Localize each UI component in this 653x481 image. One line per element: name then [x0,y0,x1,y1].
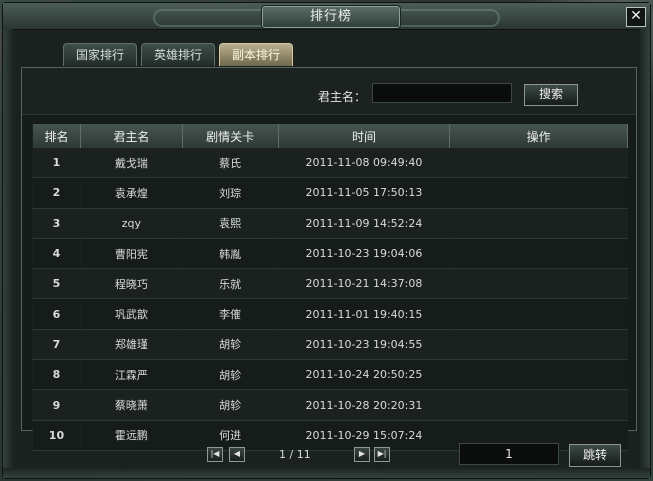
cell-stage: 乐就 [181,268,279,300]
header-action: 操作 [449,124,628,148]
cell-time: 2011-11-01 19:40:15 [277,298,450,330]
cell-action [449,268,628,300]
search-label: 君主名： [318,90,367,104]
cell-action [449,238,628,270]
table-row[interactable]: 8 江霖严 胡轸 2011-10-24 20:50:25 [32,359,628,391]
close-button[interactable]: ✕ [626,7,646,27]
table-row[interactable]: 5 程晓巧 乐就 2011-10-21 14:37:08 [32,268,628,300]
cell-stage: 胡轸 [181,359,279,391]
cell-time: 2011-11-09 14:52:24 [277,208,450,239]
first-page-button[interactable]: |◀ [207,447,223,462]
window-header[interactable]: 排行榜 ✕ [3,3,650,30]
header-lord-name: 君主名 [79,124,183,148]
search-bar: 君主名： 搜索 [22,68,636,115]
cell-lord-name: zqy [79,208,183,239]
cell-stage: 刘琮 [181,177,279,209]
table-row[interactable]: 6 巩武歆 李傕 2011-11-01 19:40:15 [32,298,628,330]
tab-country-ranking[interactable]: 国家排行 [63,43,138,66]
cell-action [449,329,628,361]
cell-action [449,359,628,391]
cell-lord-name: 程晓巧 [79,268,183,300]
last-page-button[interactable]: ▶| [374,447,390,462]
frame-right-border [640,29,650,478]
cell-time: 2011-11-08 09:49:40 [277,148,450,179]
cell-lord-name: 巩武歆 [79,298,183,330]
lord-name-search-input[interactable] [372,83,512,103]
cell-time: 2011-11-05 17:50:13 [277,177,450,209]
cell-time: 2011-10-23 19:04:06 [277,238,450,270]
cell-action [449,389,628,421]
cell-rank: 7 [32,329,81,361]
ranking-table: 排名 君主名 剧情关卡 时间 操作 1 戴戈瑞 蔡氏 2011-11-08 09… [32,124,628,451]
cell-action [449,148,628,179]
cell-action [449,177,628,209]
table-row[interactable]: 2 袁承煌 刘琮 2011-11-05 17:50:13 [32,177,628,209]
ranking-window: 排行榜 ✕ 国家排行 英雄排行 副本排行 君主名： 搜索 排名 君主名 剧情关卡… [2,2,651,479]
window-title: 排行榜 [261,5,401,29]
page-indicator: 1 / 11 [279,448,311,461]
table-row[interactable]: 9 蔡晓萧 胡轸 2011-10-28 20:20:31 [32,389,628,421]
frame-left-border [3,29,13,478]
cell-rank: 8 [32,359,81,391]
cell-lord-name: 袁承煌 [79,177,183,209]
pagination-bar: |◀ ◀ 1 / 11 ▶ ▶| 跳转 [3,441,653,471]
cell-rank: 6 [32,298,81,330]
cell-rank: 5 [32,268,81,300]
search-button[interactable]: 搜索 [524,84,578,106]
table-header-row: 排名 君主名 剧情关卡 时间 操作 [32,124,628,148]
cell-rank: 1 [32,148,81,179]
cell-lord-name: 戴戈瑞 [79,148,183,179]
header-time: 时间 [277,124,451,148]
jump-button[interactable]: 跳转 [569,444,621,467]
next-page-button[interactable]: ▶ [354,447,370,462]
cell-action [449,298,628,330]
header-ornament-left [153,9,275,27]
cell-rank: 3 [32,208,81,239]
cell-time: 2011-10-23 19:04:55 [277,329,450,361]
cell-time: 2011-10-21 14:37:08 [277,268,450,300]
cell-stage: 胡轸 [181,389,279,421]
prev-page-button[interactable]: ◀ [229,447,245,462]
header-stage: 剧情关卡 [181,124,279,148]
tab-dungeon-ranking[interactable]: 副本排行 [219,43,294,66]
table-row[interactable]: 7 郑雄瑾 胡轸 2011-10-23 19:04:55 [32,329,628,361]
tab-bar: 国家排行 英雄排行 副本排行 [63,43,294,67]
cell-rank: 4 [32,238,81,270]
cell-stage: 蔡氏 [181,148,279,179]
table-row[interactable]: 3 zqy 袁熙 2011-11-09 14:52:24 [32,208,628,239]
cell-lord-name: 蔡晓萧 [79,389,183,421]
cell-time: 2011-10-24 20:50:25 [277,359,450,391]
cell-lord-name: 郑雄瑾 [79,329,183,361]
tab-hero-ranking[interactable]: 英雄排行 [141,43,216,66]
cell-action [449,208,628,239]
cell-time: 2011-10-28 20:20:31 [277,389,450,421]
cell-lord-name: 江霖严 [79,359,183,391]
cell-stage: 韩胤 [181,238,279,270]
cell-stage: 袁熙 [181,208,279,239]
cell-stage: 胡轸 [181,329,279,361]
table-row[interactable]: 4 曹阳宪 韩胤 2011-10-23 19:04:06 [32,238,628,270]
ranking-panel: 君主名： 搜索 排名 君主名 剧情关卡 时间 操作 1 戴戈瑞 蔡氏 2011-… [21,67,637,451]
cell-rank: 9 [32,389,81,421]
page-jump-input[interactable] [459,443,559,465]
table-row[interactable]: 1 戴戈瑞 蔡氏 2011-11-08 09:49:40 [32,148,628,179]
header-rank: 排名 [32,124,81,148]
cell-rank: 2 [32,177,81,209]
cell-lord-name: 曹阳宪 [79,238,183,270]
cell-stage: 李傕 [181,298,279,330]
